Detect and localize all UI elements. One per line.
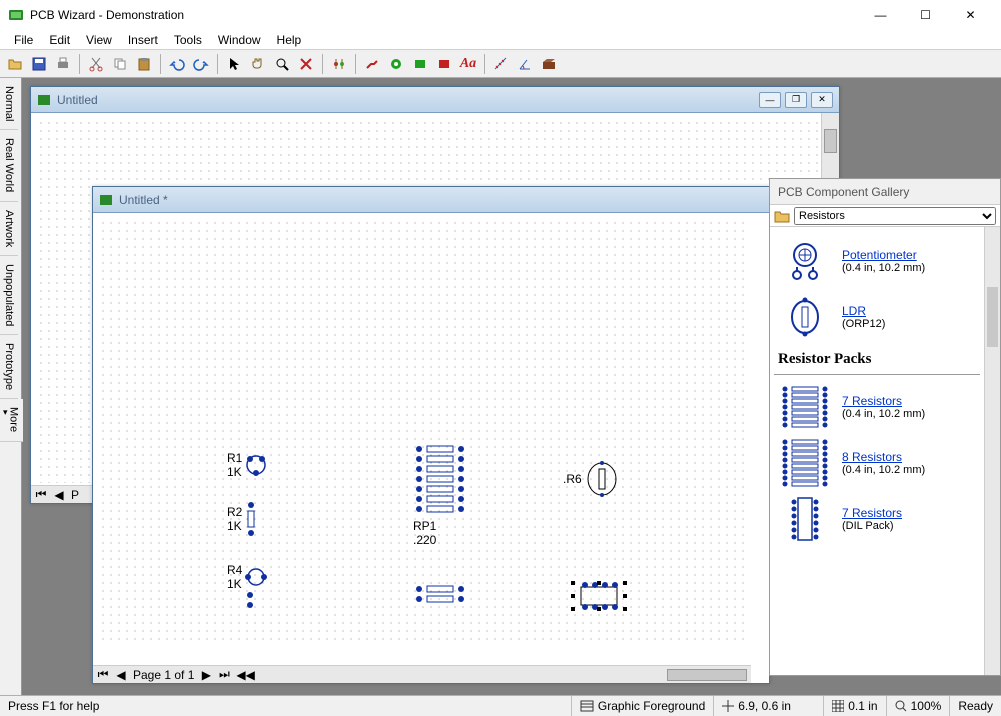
print-button[interactable] xyxy=(52,53,74,75)
cut-button[interactable] xyxy=(85,53,107,75)
pad-tool[interactable] xyxy=(385,53,407,75)
menu-file[interactable]: File xyxy=(6,33,41,47)
component-r2[interactable]: R21K xyxy=(227,501,258,537)
redo-button[interactable] xyxy=(190,53,212,75)
tab-artwork[interactable]: Artwork xyxy=(0,202,18,256)
paste-button[interactable] xyxy=(133,53,155,75)
status-layer[interactable]: Graphic Foreground xyxy=(572,696,714,716)
doc-minimize-button[interactable]: — xyxy=(759,92,781,108)
gallery-item-8resistors[interactable]: 8 Resistors(0.4 in, 10.2 mm) xyxy=(774,435,980,491)
angle-tool[interactable] xyxy=(514,53,536,75)
gallery-item-ldr[interactable]: LDR(ORP12) xyxy=(774,289,980,345)
rect-fill-tool[interactable] xyxy=(409,53,431,75)
menu-view[interactable]: View xyxy=(78,33,120,47)
toolbar: Aa xyxy=(0,50,1001,78)
gallery-item-7resistors-dil[interactable]: 7 Resistors(DIL Pack) xyxy=(774,491,980,547)
component-tool[interactable] xyxy=(328,53,350,75)
doc-icon xyxy=(99,193,113,207)
open-button[interactable] xyxy=(4,53,26,75)
gallery-item-7resistors[interactable]: 7 Resistors(0.4 in, 10.2 mm) xyxy=(774,379,980,435)
status-coord: 6.9, 0.6 in xyxy=(714,696,824,716)
close-button[interactable]: ✕ xyxy=(948,0,993,30)
tab-real-world[interactable]: Real World xyxy=(0,130,18,201)
rect-tool[interactable] xyxy=(433,53,455,75)
component-rp1[interactable]: RP1.220 xyxy=(413,443,467,547)
menu-window[interactable]: Window xyxy=(210,33,269,47)
status-grid[interactable]: 0.1 in xyxy=(824,696,886,716)
ruler-tool[interactable] xyxy=(490,53,512,75)
zoom-tool[interactable] xyxy=(271,53,293,75)
gallery-panel: PCB Component Gallery Resistors Potentio… xyxy=(769,178,1001,676)
doc-title: Untitled * xyxy=(119,193,763,207)
folder-icon xyxy=(774,209,790,223)
library-tool[interactable] xyxy=(538,53,560,75)
status-zoom[interactable]: 100% xyxy=(887,696,951,716)
title-bar: PCB Wizard - Demonstration — ☐ ✕ xyxy=(0,0,1001,30)
next-page-button[interactable]: ▶ xyxy=(200,668,212,682)
status-ready: Ready xyxy=(950,696,1001,716)
gallery-title: PCB Component Gallery xyxy=(770,179,1000,205)
menu-help[interactable]: Help xyxy=(269,33,310,47)
page-indicator: Page 1 of 1 xyxy=(133,668,194,682)
zoom-icon xyxy=(895,700,907,712)
menu-edit[interactable]: Edit xyxy=(41,33,78,47)
tab-unpopulated[interactable]: Unpopulated xyxy=(0,256,18,335)
component-rp-small[interactable] xyxy=(413,583,467,603)
workspace: Normal Real World Artwork Unpopulated Pr… xyxy=(0,78,1001,695)
component-r6[interactable]: .R6 xyxy=(563,461,620,497)
undo-button[interactable] xyxy=(166,53,188,75)
doc-close-button[interactable]: ✕ xyxy=(811,92,833,108)
app-title: PCB Wizard - Demonstration xyxy=(30,8,858,22)
app-icon xyxy=(8,7,24,23)
gallery-scrollbar[interactable] xyxy=(984,227,1000,675)
component-dil-selected[interactable] xyxy=(571,581,627,611)
menu-tools[interactable]: Tools xyxy=(166,33,210,47)
page-indicator: P xyxy=(71,488,79,502)
tab-prototype[interactable]: Prototype xyxy=(0,335,18,399)
copy-button[interactable] xyxy=(109,53,131,75)
side-tabs: Normal Real World Artwork Unpopulated Pr… xyxy=(0,78,22,695)
gallery-filter-select[interactable]: Resistors xyxy=(794,207,996,225)
doc-icon xyxy=(37,93,51,107)
tab-more[interactable]: More xyxy=(0,399,23,441)
pointer-tool[interactable] xyxy=(223,53,245,75)
menu-bar: File Edit View Insert Tools Window Help xyxy=(0,30,1001,50)
prev-page-button[interactable]: ◀ xyxy=(53,488,65,502)
doc-title: Untitled xyxy=(57,93,759,107)
first-page-button[interactable]: ⏮ xyxy=(97,667,109,682)
last-page-button[interactable]: ⏭ xyxy=(218,667,230,682)
delete-tool[interactable] xyxy=(295,53,317,75)
status-help: Press F1 for help xyxy=(0,696,572,716)
horizontal-scrollbar[interactable]: ⏮ ◀ Page 1 of 1 ▶ ⏭ ◀◀ xyxy=(93,665,751,683)
pan-tool[interactable] xyxy=(247,53,269,75)
maximize-button[interactable]: ☐ xyxy=(903,0,948,30)
tab-normal[interactable]: Normal xyxy=(0,78,18,130)
rewind-button[interactable]: ◀◀ xyxy=(236,668,248,682)
text-tool[interactable]: Aa xyxy=(457,53,479,75)
gallery-item-potentiometer[interactable]: Potentiometer(0.4 in, 10.2 mm) xyxy=(774,233,980,289)
crosshair-icon xyxy=(722,700,734,712)
doc-maximize-button[interactable]: ❐ xyxy=(785,92,807,108)
first-page-button[interactable]: ⏮ xyxy=(35,487,47,502)
save-button[interactable] xyxy=(28,53,50,75)
menu-insert[interactable]: Insert xyxy=(120,33,166,47)
track-tool[interactable] xyxy=(361,53,383,75)
document-window-2: Untitled * R11K R21K R41K xyxy=(92,186,770,684)
status-bar: Press F1 for help Graphic Foreground 6.9… xyxy=(0,695,1001,716)
component-r4[interactable]: R41K xyxy=(227,563,268,609)
grid-icon xyxy=(832,700,844,712)
component-r1[interactable]: R11K xyxy=(227,451,268,479)
layer-icon xyxy=(580,700,594,712)
prev-page-button[interactable]: ◀ xyxy=(115,668,127,682)
gallery-section-header: Resistor Packs xyxy=(774,345,980,375)
minimize-button[interactable]: — xyxy=(858,0,903,30)
